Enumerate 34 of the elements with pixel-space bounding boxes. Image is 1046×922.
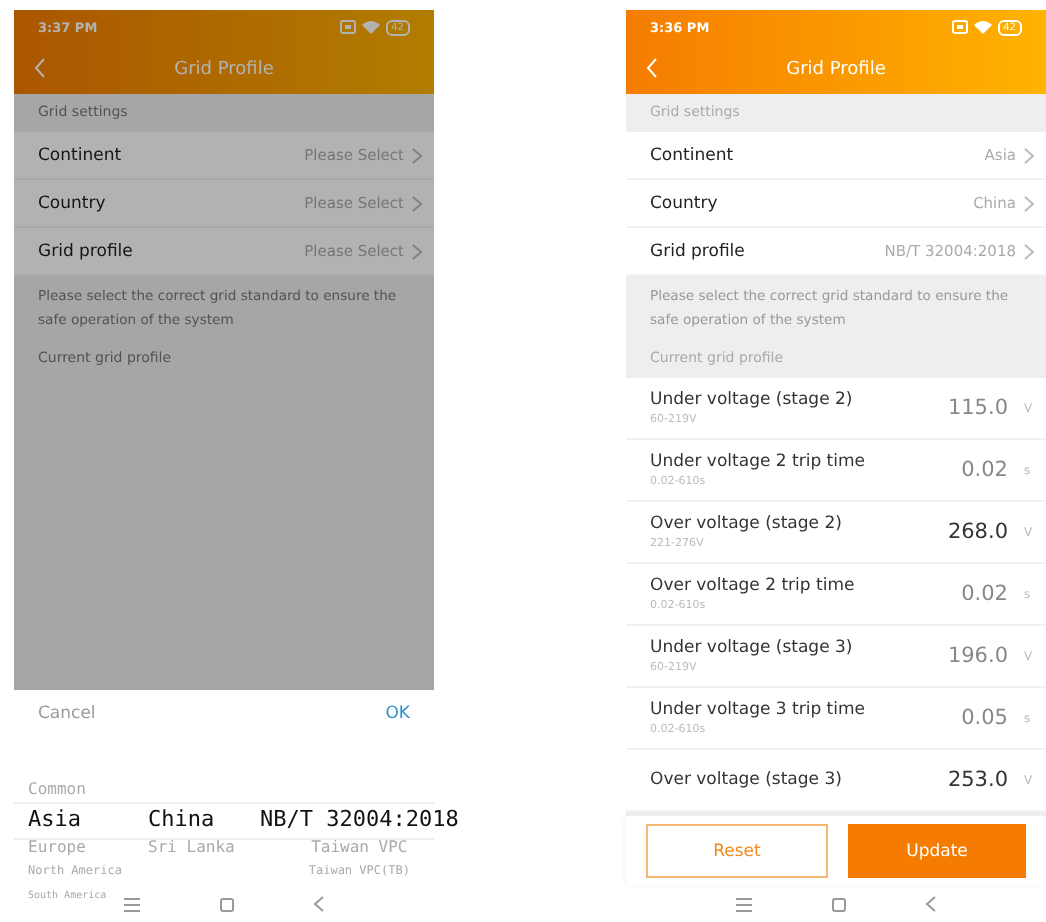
ok-button[interactable]: OK [381, 700, 414, 728]
parameter-value[interactable]: 115.0 [947, 396, 1008, 420]
page-title: Grid Profile [786, 59, 886, 79]
parameter-label: Under voltage 2 trip time [650, 452, 867, 472]
page-title: Grid Profile [174, 59, 274, 79]
back-icon[interactable] [314, 896, 324, 912]
parameter-label: Under voltage 3 trip time [650, 700, 867, 720]
chevron-icon [412, 195, 422, 211]
parameter-label: Over voltage (stage 2) [650, 514, 844, 534]
parameter-label: Under voltage (stage 2) [650, 390, 855, 410]
parameter-value[interactable]: 196.0 [947, 644, 1008, 668]
parameter-value[interactable]: 0.02 [961, 458, 1008, 482]
picker-option[interactable]: NB/T 32004:2018 [260, 802, 459, 836]
menu-icon[interactable] [124, 897, 140, 911]
parameter-label: Over voltage 2 trip time [650, 576, 857, 596]
chevron-icon [412, 243, 422, 259]
home-icon[interactable] [220, 897, 234, 911]
picker-option[interactable]: Asia [28, 802, 148, 836]
menu-icon[interactable] [736, 897, 752, 911]
wifi-icon [973, 20, 992, 34]
chevron-icon [412, 147, 422, 163]
picker-option[interactable]: China [148, 802, 260, 836]
parameter-value[interactable]: 268.0 [947, 520, 1008, 544]
chevron-icon [1024, 195, 1034, 211]
parameter-value[interactable]: 0.02 [961, 582, 1008, 606]
parameter-label: Under voltage (stage 3) [650, 638, 855, 658]
chevron-icon [1024, 243, 1034, 259]
chevron-icon [1024, 147, 1034, 163]
parameter-value[interactable]: 0.05 [961, 706, 1008, 730]
parameter-value[interactable]: 253.0 [947, 768, 1008, 792]
parameter-label: Over voltage (stage 3) [650, 770, 844, 790]
wifi-icon [361, 20, 380, 34]
back-icon[interactable] [926, 896, 936, 912]
home-icon[interactable] [832, 897, 846, 911]
